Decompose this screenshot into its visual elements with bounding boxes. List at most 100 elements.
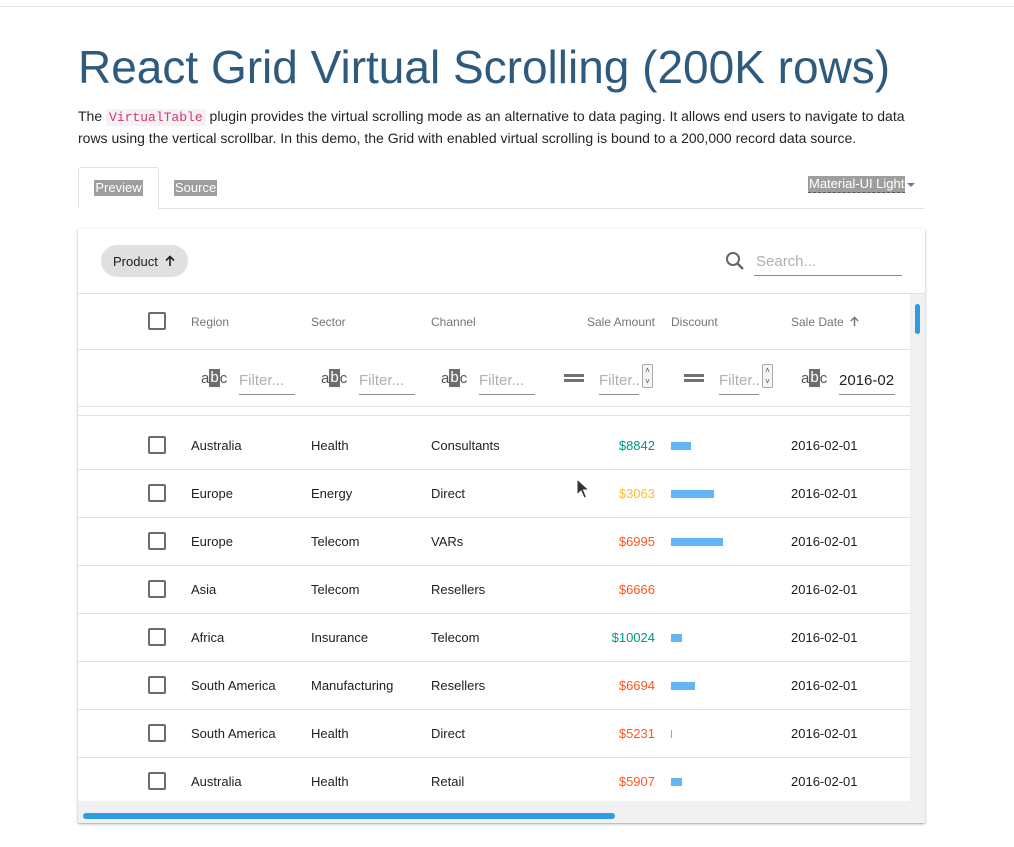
cell-sector: Health: [311, 774, 349, 789]
table-row[interactable]: South America Health Direct $5231 2016-02-01: [78, 710, 910, 758]
discount-bar: [671, 778, 682, 786]
tab-preview-label: Preview: [94, 180, 143, 196]
table-row[interactable]: Australia Health Retail $5907 2016-02-01: [78, 758, 910, 801]
text-filter-glyph: c: [219, 369, 228, 387]
column-header-discount[interactable]: Discount: [671, 294, 781, 349]
column-header-region[interactable]: Region: [191, 294, 301, 349]
text-filter-glyph: a: [441, 369, 450, 387]
text-filter-glyph: a: [321, 369, 330, 387]
row-checkbox[interactable]: [148, 484, 166, 502]
text-filter-glyph: c: [459, 369, 468, 387]
theme-dropdown[interactable]: Material-UI Light: [808, 176, 916, 193]
table-row[interactable]: Europe Energy Direct $3063 2016-02-01: [78, 470, 910, 518]
number-spinner[interactable]: ˄ ˅: [762, 364, 773, 388]
discount-bar: [671, 442, 691, 450]
text-filter-type-icon[interactable]: abc: [801, 368, 827, 388]
filter-input-region[interactable]: [239, 366, 295, 395]
table-row[interactable]: Europe Telecom VARs $6995 2016-02-01: [78, 518, 910, 566]
tab-source[interactable]: Source: [174, 167, 234, 208]
filter-input-discount[interactable]: [719, 366, 759, 395]
page-title: React Grid Virtual Scrolling (200K rows): [78, 41, 891, 93]
equals-filter-icon[interactable]: [564, 368, 590, 388]
row-checkbox[interactable]: [148, 532, 166, 550]
cell-channel: VARs: [431, 534, 464, 549]
cell-sale-amount: $10024: [611, 630, 655, 645]
equals-icon: [564, 374, 584, 382]
cell-region: Europe: [191, 486, 233, 501]
row-checkbox[interactable]: [148, 676, 166, 694]
discount-bar: [671, 682, 695, 690]
cell-sale-date: 2016-02-01: [791, 678, 858, 693]
chevron-down-icon: [907, 182, 916, 187]
discount-bar: [671, 730, 672, 738]
cell-region: South America: [191, 678, 276, 693]
text-filter-glyph: c: [819, 369, 828, 387]
column-header-label: Sector: [311, 314, 346, 329]
cell-sector: Manufacturing: [311, 678, 394, 693]
text-filter-glyph: c: [339, 369, 348, 387]
cell-region: Europe: [191, 534, 233, 549]
row-checkbox[interactable]: [148, 580, 166, 598]
column-header-label: Discount: [671, 314, 718, 329]
text-filter-glyph: b: [809, 369, 820, 387]
cell-region: South America: [191, 726, 276, 741]
table-row[interactable]: Asia Telecom Resellers $6666 2016-02-01: [78, 566, 910, 614]
discount-bar: [671, 538, 723, 546]
top-divider: [0, 6, 1014, 7]
table-body: Australia Health Consultants $8842 2016-02-0…: [78, 415, 910, 801]
cell-channel: Retail: [431, 774, 465, 789]
row-checkbox[interactable]: [148, 628, 166, 646]
horizontal-scroll-thumb[interactable]: [83, 813, 615, 819]
number-spinner[interactable]: ˄ ˅: [642, 364, 653, 388]
cell-region: Asia: [191, 582, 217, 597]
column-header-channel[interactable]: Channel: [431, 294, 541, 349]
horizontal-scrollbar[interactable]: [78, 801, 925, 823]
group-chip-product[interactable]: Product: [101, 245, 188, 277]
column-header-sector[interactable]: Sector: [311, 294, 421, 349]
intro-paragraph: The VirtualTable plugin provides the vir…: [78, 106, 928, 148]
search-icon: [724, 250, 746, 272]
row-checkbox[interactable]: [148, 772, 166, 790]
text-filter-type-icon[interactable]: abc: [441, 368, 467, 388]
cell-sector: Insurance: [311, 630, 369, 645]
filter-input-sale-date[interactable]: [839, 366, 895, 395]
filter-input-sector[interactable]: [359, 366, 415, 395]
cell-region: Australia: [191, 774, 242, 789]
group-chip-label: Product: [113, 253, 158, 269]
column-header-sale-date[interactable]: Sale Date: [791, 294, 901, 349]
table-row[interactable]: Africa Insurance Telecom $10024 2016-02-01: [78, 614, 910, 662]
vertical-scroll-thumb[interactable]: [915, 304, 920, 334]
sort-ascending-icon: [849, 316, 860, 327]
text-filter-type-icon[interactable]: abc: [201, 368, 227, 388]
text-filter-glyph: a: [201, 369, 210, 387]
theme-dropdown-label: Material-UI Light: [808, 176, 906, 193]
column-header-label: Region: [191, 314, 230, 329]
vertical-scrollbar[interactable]: [910, 294, 925, 801]
cell-sale-date: 2016-02-01: [791, 534, 858, 549]
column-header-label: Sale Date: [791, 314, 844, 329]
cell-region: Africa: [191, 630, 225, 645]
cell-sale-amount: $8842: [618, 438, 655, 453]
grid-toolbar: Product: [78, 229, 925, 294]
mouse-cursor-icon: [576, 477, 591, 505]
table-row[interactable]: Australia Health Consultants $8842 2016-02-0…: [78, 422, 910, 470]
cell-sector: Telecom: [311, 534, 360, 549]
filter-input-channel[interactable]: [479, 366, 535, 395]
tab-source-label: Source: [174, 179, 218, 196]
text-filter-glyph: b: [329, 369, 340, 387]
column-header-sale-amount[interactable]: Sale Amount: [541, 294, 655, 349]
row-checkbox[interactable]: [148, 724, 166, 742]
filter-input-sale-amount[interactable]: [599, 366, 639, 395]
search-input[interactable]: [754, 247, 902, 276]
cell-sale-amount: $6995: [618, 534, 655, 549]
tab-preview[interactable]: Preview: [78, 167, 159, 209]
text-filter-glyph: b: [449, 369, 460, 387]
text-filter-type-icon[interactable]: abc: [321, 368, 347, 388]
sort-ascending-icon: [164, 255, 176, 267]
equals-filter-icon[interactable]: [684, 368, 710, 388]
table-row[interactable]: South America Manufacturing Resellers $6694…: [78, 662, 910, 710]
cell-sale-date: 2016-02-01: [791, 630, 858, 645]
row-checkbox[interactable]: [148, 436, 166, 454]
select-all-checkbox[interactable]: [148, 312, 166, 330]
cell-sale-date: 2016-02-01: [791, 726, 858, 741]
